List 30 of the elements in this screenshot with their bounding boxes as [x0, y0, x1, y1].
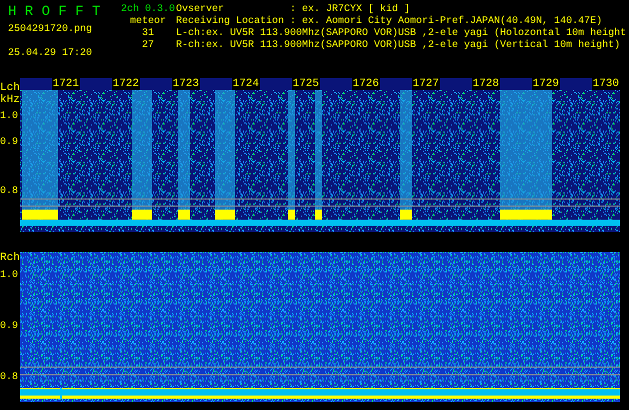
time-label: 1723	[172, 78, 200, 90]
info-line: R-ch:ex. UV5R 113.900Mhz(SAPPORO VOR)USB ,2-ele yagi (Vertical 10m height)	[176, 40, 622, 52]
app-title: H R O F F T	[8, 4, 102, 20]
meteor-count: 31	[142, 28, 154, 40]
info-line: Receiving Location : ex. Aomori City Aomori-Pref.JAPAN(40.49N, 140.47E)	[176, 16, 604, 28]
file-name: 2504291720.png	[8, 24, 94, 36]
axis-tick-label: 0.9	[0, 321, 18, 333]
axis-tick-label: 0.8	[0, 186, 18, 198]
time-label: 1729	[532, 78, 560, 90]
info-line: Ovserver : ex. JR7CYX [ kid ]	[176, 4, 412, 16]
time-label: 1722	[112, 78, 140, 90]
info-line: L-ch:ex. UV5R 113.900Mhz(SAPPORO VOR)USB ,2-ele yagi (Holozontal 10m height	[176, 28, 628, 40]
axis-tick-label: 1.0	[0, 270, 18, 282]
time-label: 1725	[292, 78, 320, 90]
time-label: 1724	[232, 78, 260, 90]
time-label: 1726	[352, 78, 380, 90]
time-label: 1730	[592, 78, 620, 90]
channel-label: Rch	[0, 252, 20, 264]
channel-label: Lch	[0, 82, 20, 94]
meteor-label: meteor	[130, 16, 166, 28]
axis-tick-label: 0.9	[0, 137, 18, 149]
time-label: 1721	[52, 78, 80, 90]
axis-tick-label: 0.8	[0, 372, 18, 384]
date-time: 25.04.29 17:20	[8, 48, 94, 60]
axis-tick-label: 1.0	[0, 111, 18, 123]
version-label: 2ch 0.3.0	[120, 4, 175, 16]
time-label: 1727	[412, 78, 440, 90]
unit-label: kHz	[0, 94, 20, 106]
time-label: 1728	[472, 78, 500, 90]
meteor-count: 27	[142, 40, 154, 52]
